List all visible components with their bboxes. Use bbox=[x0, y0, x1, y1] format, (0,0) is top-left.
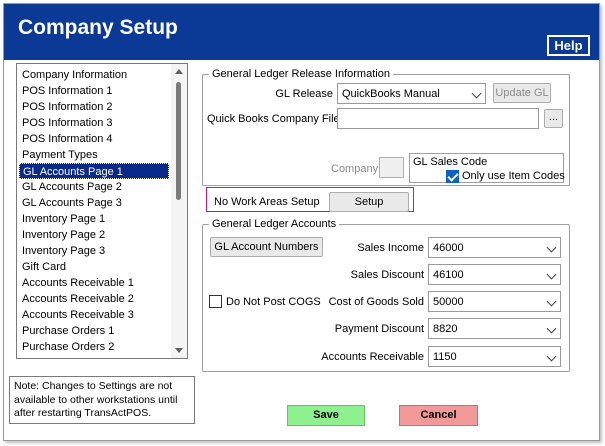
cost-of-goods-sold-label: Cost of Goods Sold bbox=[328, 296, 424, 308]
update-gl-button[interactable]: Update GL bbox=[493, 83, 551, 103]
list-item[interactable]: Purchase Orders 2 bbox=[19, 339, 169, 355]
cancel-button[interactable]: Cancel bbox=[399, 405, 478, 426]
sales-income-label: Sales Income bbox=[357, 242, 424, 254]
scroll-down-icon[interactable] bbox=[175, 348, 183, 353]
payment-discount-select[interactable]: 8820 bbox=[428, 318, 561, 339]
settings-page-list[interactable]: Company Information POS Information 1 PO… bbox=[16, 63, 188, 359]
window-title: Company Setup bbox=[18, 16, 178, 39]
chevron-down-icon bbox=[546, 296, 557, 307]
scroll-thumb[interactable] bbox=[176, 82, 181, 200]
sales-discount-select[interactable]: 46100 bbox=[428, 264, 561, 285]
list-item[interactable]: GL Accounts Page 3 bbox=[19, 195, 169, 211]
list-item[interactable]: Inventory Page 3 bbox=[19, 243, 169, 259]
sales-discount-label: Sales Discount bbox=[350, 269, 424, 281]
sales-income-select[interactable]: 46000 bbox=[428, 237, 561, 258]
list-item[interactable]: Accounts Receivable 1 bbox=[19, 275, 169, 291]
list-item[interactable]: POS Information 4 bbox=[19, 131, 169, 147]
accounts-receivable-label: Accounts Receivable bbox=[321, 351, 424, 363]
scroll-up-icon[interactable] bbox=[175, 69, 183, 74]
chevron-down-icon bbox=[546, 242, 557, 253]
chevron-down-icon bbox=[546, 351, 557, 362]
list-item[interactable]: POS Information 3 bbox=[19, 115, 169, 131]
list-item[interactable]: Gift Card bbox=[19, 259, 169, 275]
chevron-down-icon bbox=[546, 323, 557, 334]
only-item-codes-checkbox[interactable] bbox=[446, 170, 459, 183]
payment-discount-value: 8820 bbox=[433, 323, 458, 335]
do-not-post-cogs-checkbox[interactable] bbox=[209, 295, 222, 308]
save-button[interactable]: Save bbox=[287, 405, 365, 426]
sales-income-value: 46000 bbox=[433, 242, 464, 254]
list-item[interactable]: Payment Types bbox=[19, 147, 169, 163]
gl-release-value: QuickBooks Manual bbox=[342, 88, 440, 100]
gl-release-legend: General Ledger Release Information bbox=[209, 68, 393, 80]
list-item[interactable]: Accounts Receivable 3 bbox=[19, 307, 169, 323]
list-item-selected[interactable]: GL Accounts Page 1 bbox=[19, 163, 169, 179]
restart-note: Note: Changes to Settings are not availa… bbox=[9, 376, 195, 424]
gl-release-select[interactable]: QuickBooks Manual bbox=[337, 83, 486, 104]
title-bar: Company Setup Help bbox=[4, 4, 599, 60]
list-item[interactable]: Accounts Receivable 2 bbox=[19, 291, 169, 307]
list-item[interactable]: Inventory Page 1 bbox=[19, 211, 169, 227]
accounts-receivable-value: 1150 bbox=[433, 351, 457, 363]
chevron-down-icon bbox=[546, 269, 557, 280]
payment-discount-label: Payment Discount bbox=[334, 323, 424, 335]
gl-accounts-legend: General Ledger Accounts bbox=[209, 218, 340, 230]
company-label: Company bbox=[331, 163, 379, 175]
qb-company-file-input[interactable] bbox=[337, 108, 539, 129]
list-item[interactable]: Purchase Orders 1 bbox=[19, 323, 169, 339]
help-button[interactable]: Help bbox=[547, 35, 590, 56]
accounts-receivable-select[interactable]: 1150 bbox=[428, 346, 561, 367]
no-work-areas-label: No Work Areas Setup bbox=[214, 196, 320, 208]
list-item[interactable]: Company Information bbox=[19, 67, 169, 83]
gl-release-label: GL Release bbox=[275, 88, 333, 100]
browse-button[interactable]: ... bbox=[544, 109, 563, 128]
list-scrollbar[interactable] bbox=[171, 64, 187, 358]
cost-of-goods-sold-select[interactable]: 50000 bbox=[428, 291, 561, 312]
list-item[interactable]: GL Accounts Page 2 bbox=[19, 179, 169, 195]
setup-button[interactable]: Setup bbox=[329, 192, 409, 212]
list-item[interactable]: POS Information 1 bbox=[19, 83, 169, 99]
list-item[interactable]: POS Information 2 bbox=[19, 99, 169, 115]
gl-sales-code-label: GL Sales Code bbox=[413, 156, 488, 168]
cost-of-goods-sold-value: 50000 bbox=[433, 296, 464, 308]
list-item[interactable]: Inventory Page 2 bbox=[19, 227, 169, 243]
chevron-down-icon bbox=[471, 88, 482, 99]
qb-company-file-label: Quick Books Company File bbox=[207, 113, 340, 125]
only-item-codes-label: Only use Item Codes bbox=[462, 170, 565, 182]
sales-discount-value: 46100 bbox=[433, 269, 464, 281]
company-color-box[interactable] bbox=[379, 157, 404, 178]
